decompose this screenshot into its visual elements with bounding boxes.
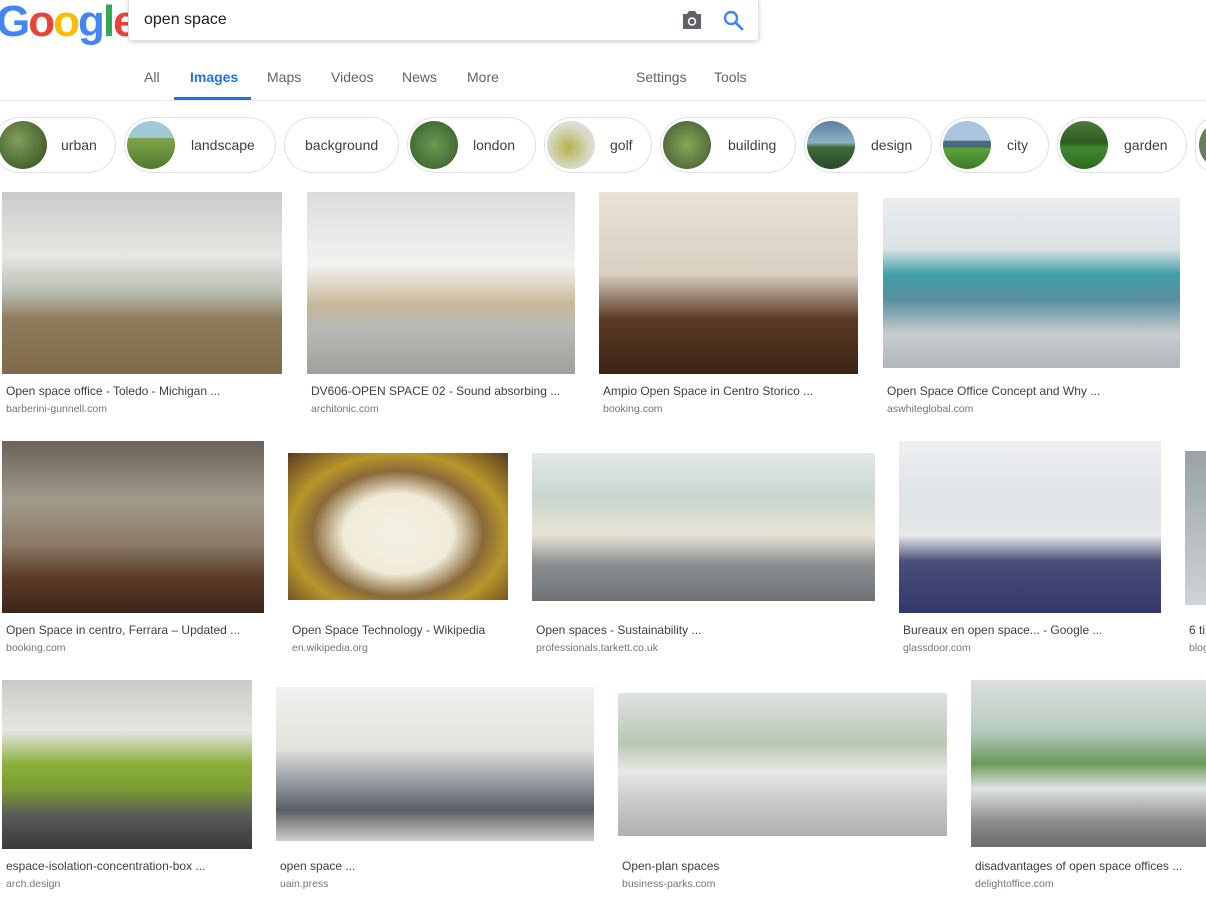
result-thumbnail — [2, 441, 264, 613]
search-icon[interactable] — [721, 8, 745, 32]
google-logo[interactable]: Google — [0, 0, 138, 46]
chip-label: london — [473, 137, 516, 153]
result-title: Ampio Open Space in Centro Storico ... — [603, 384, 814, 398]
result-domain: booking.com — [603, 403, 663, 415]
chip-label: golf — [610, 137, 633, 153]
chip-garden[interactable]: garden — [1057, 117, 1187, 173]
chip-thumbnail — [410, 121, 458, 169]
chip-label: background — [305, 137, 379, 153]
result-domain: booking.com — [6, 642, 66, 654]
result-title: 6 ti — [1189, 623, 1206, 637]
tab-news[interactable]: News — [402, 69, 437, 85]
result-domain: arch.design — [6, 878, 61, 890]
logo-letter: g — [78, 0, 105, 46]
chip-thumbnail — [127, 121, 175, 169]
chip-label: design — [871, 137, 913, 153]
chip-london[interactable]: london — [407, 117, 536, 173]
chip-urban[interactable]: urban — [0, 117, 116, 173]
result-domain: aswhiteglobal.com — [887, 403, 974, 415]
tab-maps[interactable]: Maps — [267, 69, 301, 85]
result-thumbnail — [618, 693, 947, 836]
result-title: Open-plan spaces — [622, 859, 720, 873]
chip-thumbnail — [943, 121, 991, 169]
result-thumbnail — [532, 453, 875, 601]
result-thumbnail — [883, 198, 1180, 368]
result-domain: uain.press — [280, 878, 329, 890]
logo-letter: G — [0, 0, 30, 46]
result-title: disadvantages of open space offices ... — [975, 859, 1183, 873]
result-thumbnail — [276, 687, 594, 841]
result-domain: en.wikipedia.org — [292, 642, 368, 654]
result-domain: business-parks.com — [622, 878, 716, 890]
settings-link[interactable]: Settings — [636, 69, 687, 85]
result-domain: barberini-gunnell.com — [6, 403, 107, 415]
chip-thumbnail — [547, 121, 595, 169]
chip-thumbnail — [663, 121, 711, 169]
chip-city[interactable]: city — [940, 117, 1049, 173]
camera-icon[interactable] — [680, 9, 704, 31]
result-title: Open Space Technology - Wikipedia — [292, 623, 486, 637]
tab-images[interactable]: Images — [190, 69, 238, 85]
result-thumbnail — [1185, 451, 1206, 605]
search-box — [128, 0, 759, 41]
nav-divider — [0, 100, 1206, 101]
result-thumbnail — [971, 680, 1206, 847]
chip-landscape[interactable]: landscape — [124, 117, 276, 173]
chip-golf[interactable]: golf — [544, 117, 652, 173]
result-title: Bureaux en open space... - Google ... — [903, 623, 1103, 637]
tools-link[interactable]: Tools — [714, 69, 747, 85]
result-domain: delightoffice.com — [975, 878, 1054, 890]
chip-label: urban — [61, 137, 97, 153]
result-domain: professionals.tarkett.co.uk — [536, 642, 658, 654]
search-input[interactable] — [144, 8, 644, 32]
result-thumbnail — [2, 680, 252, 849]
chip-thumbnail — [1199, 121, 1206, 169]
result-title: Open Space in centro, Ferrara – Updated … — [6, 623, 241, 637]
logo-letter: o — [53, 0, 80, 46]
result-thumbnail — [599, 192, 858, 374]
result-title: open space ... — [280, 859, 356, 873]
logo-letter: o — [28, 0, 55, 46]
result-domain: glassdoor.com — [903, 642, 971, 654]
chip-next-partial[interactable] — [1195, 117, 1206, 173]
chip-label: landscape — [191, 137, 255, 153]
tab-all[interactable]: All — [144, 69, 160, 85]
chip-design[interactable]: design — [804, 117, 932, 173]
result-thumbnail — [288, 453, 508, 600]
result-domain: blog — [1189, 642, 1206, 654]
result-title: Open spaces - Sustainability ... — [536, 623, 702, 637]
result-title: Open space office - Toledo - Michigan ..… — [6, 384, 221, 398]
chip-background[interactable]: background — [284, 117, 399, 173]
result-thumbnail — [2, 192, 282, 374]
chip-label: building — [728, 137, 777, 153]
chip-building[interactable]: building — [660, 117, 796, 173]
chip-thumbnail — [807, 121, 855, 169]
chip-thumbnail — [0, 121, 47, 169]
result-thumbnail — [899, 441, 1161, 613]
tab-more[interactable]: More — [467, 69, 499, 85]
chip-thumbnail — [1060, 121, 1108, 169]
chip-label: city — [1007, 137, 1028, 153]
result-title: espace-isolation-concentration-box ... — [6, 859, 206, 873]
result-title: DV606-OPEN SPACE 02 - Sound absorbing ..… — [311, 384, 561, 398]
result-thumbnail — [307, 192, 575, 374]
result-title: Open Space Office Concept and Why ... — [887, 384, 1101, 398]
logo-letter: l — [102, 0, 115, 46]
result-domain: architonic.com — [311, 403, 379, 415]
tab-videos[interactable]: Videos — [331, 69, 374, 85]
chip-label: garden — [1124, 137, 1168, 153]
